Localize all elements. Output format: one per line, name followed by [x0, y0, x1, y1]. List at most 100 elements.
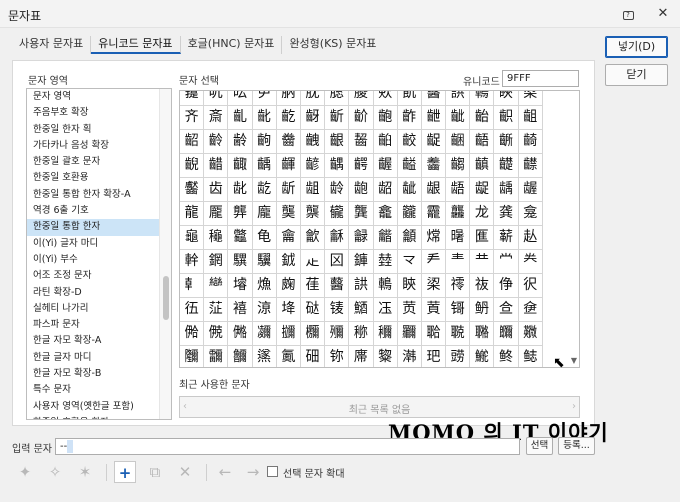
char-cell[interactable]: 䶶 [180, 91, 205, 106]
char-cell[interactable]: 齼 [494, 154, 519, 178]
char-cell[interactable]: 䶼 [325, 91, 350, 106]
area-list-item[interactable]: 문자 영역 [27, 89, 171, 105]
area-list-item[interactable]: 이(Yi) 부수 [27, 252, 171, 268]
char-cell[interactable]: 龠 [276, 226, 301, 250]
char-cell[interactable]: 龶 [446, 250, 471, 274]
char-cell[interactable]: 龳 [373, 250, 398, 274]
char-cell[interactable]: 䶸 [228, 91, 253, 106]
area-list-item[interactable]: 주음부호 확장 [27, 105, 171, 121]
char-cell[interactable]: 龐 [252, 202, 277, 226]
char-cell[interactable]: 齝 [470, 106, 495, 130]
close-icon[interactable]: ✕ [654, 5, 672, 23]
add-icon[interactable]: + [114, 461, 136, 483]
area-scrollbar[interactable] [159, 89, 171, 419]
area-list-item[interactable]: 라틴 확장-D [27, 285, 171, 301]
char-cell[interactable]: 龩 [494, 226, 519, 250]
area-list-item[interactable]: 한중일 호환용 [27, 170, 171, 186]
char-cell[interactable]: 鿢 [421, 322, 447, 346]
register-button[interactable]: 등록... [558, 437, 595, 455]
char-cell[interactable]: 齰 [204, 154, 229, 178]
area-list-item[interactable]: 한글 자모 확장-A [27, 333, 171, 349]
char-cell[interactable]: 齓 [228, 106, 253, 130]
char-cell[interactable]: 龁 [252, 178, 277, 202]
char-cell[interactable]: 齢 [228, 130, 253, 154]
char-cell[interactable]: 齵 [325, 154, 350, 178]
char-cell[interactable]: 䶻 [300, 91, 326, 106]
area-list-item[interactable]: 가타카나 음성 확장 [27, 138, 171, 154]
char-cell[interactable]: 齡 [204, 130, 229, 154]
char-cell[interactable]: 龪 [518, 226, 543, 250]
char-cell[interactable]: 鿓 [421, 298, 447, 322]
input-field[interactable]: -- [55, 438, 520, 455]
char-cell[interactable]: 鿕 [470, 298, 495, 322]
char-cell[interactable]: 齨 [373, 130, 398, 154]
char-cell[interactable]: 龋 [494, 178, 519, 202]
char-cell[interactable]: 龈 [421, 178, 447, 202]
char-cell[interactable]: 鿉 [180, 298, 205, 322]
char-cell[interactable]: 齷 [373, 154, 398, 178]
char-cell[interactable]: 龏 [228, 202, 253, 226]
char-cell[interactable]: 䶺 [276, 91, 301, 106]
add-sparkle-icon[interactable]: ✦ [14, 461, 36, 483]
char-cell[interactable]: 鿠 [373, 322, 398, 346]
char-cell[interactable]: 鿎 [300, 298, 326, 322]
char-cell[interactable]: 鿂 [373, 274, 398, 298]
char-cell[interactable]: 鿐 [349, 298, 374, 322]
char-cell[interactable]: 龅 [349, 178, 374, 202]
char-cell[interactable]: 鿁 [349, 274, 374, 298]
char-cell[interactable]: 龺 [180, 274, 205, 298]
char-cell[interactable]: 鿌 [252, 298, 277, 322]
char-cell[interactable]: 齖 [300, 106, 326, 130]
char-cell[interactable]: 鿒 [397, 298, 422, 322]
char-cell[interactable]: 鿛 [252, 322, 277, 346]
char-cell[interactable]: 齟 [518, 106, 543, 130]
char-cell[interactable]: 齽 [518, 154, 543, 178]
char-cell[interactable]: 龵 [421, 250, 447, 274]
char-cell[interactable]: 齻 [470, 154, 495, 178]
char-cell[interactable]: 䶹 [252, 91, 277, 106]
char-cell[interactable]: 齥 [300, 130, 326, 154]
char-cell[interactable]: 齶 [349, 154, 374, 178]
char-cell[interactable]: 鿘 [180, 322, 205, 346]
char-cell[interactable]: 龸 [494, 250, 519, 274]
char-cell[interactable]: 龭 [228, 250, 253, 274]
area-list-item[interactable]: 한중일 통합 한자 [27, 219, 171, 236]
char-cell[interactable]: 鿫 [277, 346, 301, 367]
char-cell[interactable]: 鿝 [300, 322, 326, 346]
char-cell[interactable]: 鿖 [494, 298, 519, 322]
char-cell[interactable]: 鿟 [349, 322, 374, 346]
area-list-item[interactable]: 한글 자모 확장-B [27, 366, 171, 382]
area-list-item[interactable]: 이(Yi) 글자 마디 [27, 236, 171, 252]
char-cell[interactable]: 龞 [228, 226, 253, 250]
char-cell[interactable]: 龮 [252, 250, 277, 274]
char-cell[interactable]: 龦 [421, 226, 447, 250]
char-cell[interactable]: 齯 [180, 154, 205, 178]
char-cell[interactable]: 龤 [373, 226, 398, 250]
char-cell[interactable]: 龒 [300, 202, 326, 226]
remove-sparkle-icon[interactable]: ✶ [74, 461, 96, 483]
char-cell[interactable]: 鿗 [518, 298, 543, 322]
char-cell[interactable]: 龇 [397, 178, 422, 202]
char-cell[interactable]: 鿙 [204, 322, 229, 346]
char-cell[interactable]: 齕 [276, 106, 301, 130]
char-cell[interactable]: 龊 [470, 178, 495, 202]
help-button[interactable]: ? [619, 5, 637, 23]
char-cell[interactable]: 齫 [446, 130, 471, 154]
area-list-item[interactable]: 역경 6출 기호 [27, 203, 171, 219]
char-cell[interactable]: 龓 [325, 202, 350, 226]
char-cell[interactable]: 龻 [204, 274, 229, 298]
char-cell[interactable]: 龙 [470, 202, 495, 226]
char-cell[interactable]: 鿃 [397, 274, 422, 298]
area-list-item[interactable]: 한중일 통합 한자 확장-A [27, 187, 171, 203]
char-cell[interactable]: 龲 [349, 250, 374, 274]
char-cell[interactable]: 鿀 [421, 91, 447, 106]
char-cell[interactable]: 鿃 [494, 91, 519, 106]
char-cell[interactable]: 鿄 [518, 91, 543, 106]
char-cell[interactable]: 齘 [349, 106, 374, 130]
char-cell[interactable]: 龟 [252, 226, 277, 250]
char-cell[interactable]: 龚 [494, 202, 519, 226]
char-cell[interactable]: 龍 [180, 202, 205, 226]
char-cell[interactable]: 龿 [300, 274, 326, 298]
grid-scroll-down-icon[interactable]: ▼ [571, 356, 577, 365]
char-cell[interactable]: 鿯 [374, 346, 398, 367]
